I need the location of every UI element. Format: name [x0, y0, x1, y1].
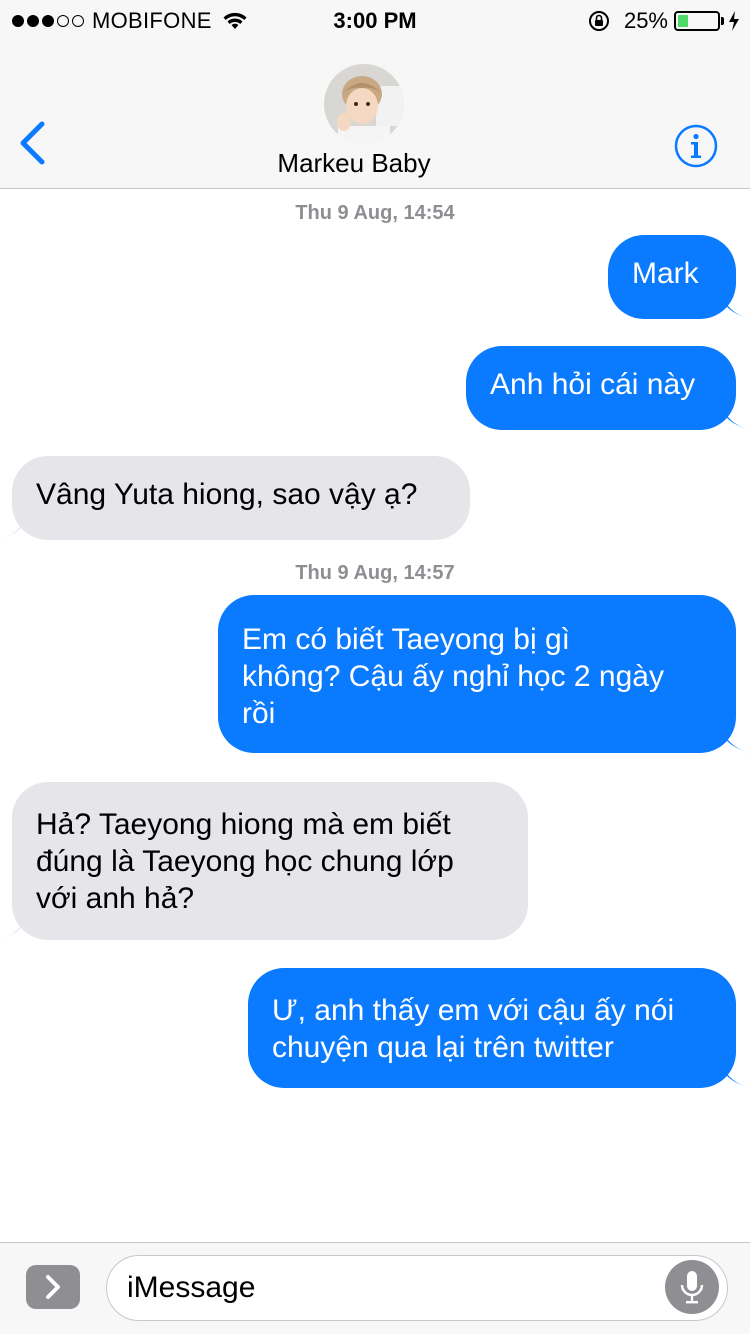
status-bar: MOBIFONE 3:00 PM 25% — [0, 0, 750, 40]
battery-percentage: 25% — [623, 8, 668, 33]
avatar[interactable] — [324, 64, 404, 144]
battery-icon — [674, 11, 720, 31]
chevron-right-icon — [46, 1275, 60, 1299]
signal-strength-icon — [12, 15, 84, 27]
message-bubble-sent[interactable]: Ư, anh thấy em với cậu ấy nói chuyện qua… — [248, 968, 750, 1088]
battery-level — [678, 15, 688, 27]
bubble-tail — [720, 1054, 750, 1088]
carrier-name: MOBIFONE — [92, 8, 212, 33]
message-field[interactable] — [106, 1255, 728, 1321]
message-bubble-sent[interactable]: Mark — [608, 235, 750, 319]
bubble-tail — [0, 506, 28, 540]
message-text: với anh hả? — [36, 882, 195, 915]
message-bubble-sent[interactable]: Anh hỏi cái này — [466, 346, 750, 430]
message-text: Ư, anh thấy em với cậu ấy nói — [272, 994, 675, 1027]
info-button[interactable] — [674, 124, 718, 168]
microphone-button[interactable] — [665, 1260, 719, 1314]
message-text: Hả? Taeyong hiong mà em biết — [36, 808, 451, 841]
message-text: đúng là Taeyong học chung lớp — [36, 845, 454, 878]
message-text: Mark — [632, 257, 699, 290]
bubble-tail — [720, 396, 750, 430]
message-text: Em có biết Taeyong bị gì — [242, 623, 570, 656]
contact-avatar-photo — [324, 64, 404, 144]
bubble-tail — [0, 906, 28, 940]
message-input[interactable] — [127, 1270, 647, 1306]
bubble-tail — [720, 719, 750, 753]
message-text: Anh hỏi cái này — [490, 368, 696, 401]
message-bubble-received[interactable]: Hả? Taeyong hiong mà em biết đúng là Tae… — [0, 782, 528, 940]
message-text: Vâng Yuta hiong, sao vậy ạ? — [36, 478, 418, 511]
status-left: MOBIFONE — [12, 8, 248, 34]
rotation-lock-icon — [588, 11, 609, 31]
message-bubble-received[interactable]: Vâng Yuta hiong, sao vậy ạ? — [0, 456, 470, 540]
compose-bar — [0, 1242, 750, 1334]
message-thread[interactable]: Thu 9 Aug, 14:54 Mark Anh hỏi cái này Vâ… — [0, 190, 750, 1242]
wifi-icon — [223, 12, 247, 29]
timestamp: Thu 9 Aug, 14:54 — [295, 202, 455, 224]
apps-button[interactable] — [26, 1265, 80, 1309]
message-bubble-sent[interactable]: Em có biết Taeyong bị gì không? Cậu ấy n… — [218, 595, 750, 753]
battery-cap — [721, 17, 724, 25]
contact-name[interactable]: Markeu Baby — [0, 148, 708, 179]
message-text: rồi — [242, 697, 276, 730]
message-text: chuyện qua lại trên twitter — [272, 1031, 614, 1064]
message-text: không? Cậu ấy nghỉ học 2 ngày — [242, 660, 664, 693]
conversation-header: Markeu Baby — [0, 40, 750, 189]
microphone-icon — [680, 1271, 704, 1304]
charging-bolt-icon — [729, 11, 739, 31]
bubble-tail — [720, 285, 750, 319]
status-right: 25% — [588, 8, 740, 34]
timestamp: Thu 9 Aug, 14:57 — [295, 562, 455, 584]
info-icon — [674, 124, 718, 168]
